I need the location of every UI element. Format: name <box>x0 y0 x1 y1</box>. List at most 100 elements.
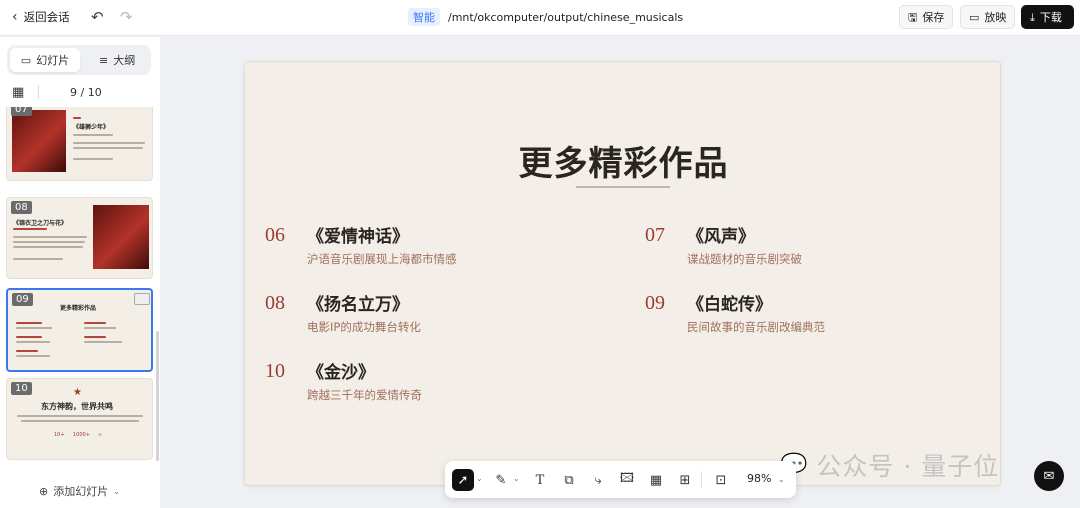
toolbar-divider <box>701 471 702 488</box>
work-number: 09 <box>645 292 665 314</box>
thumbnail-text <box>13 241 85 243</box>
work-description: 电影IP的成功舞台转化 <box>307 320 421 334</box>
thumbnail-text <box>13 228 47 230</box>
back-label: 返回会话 <box>23 10 70 24</box>
chevron-left-icon: ‹ <box>12 9 18 25</box>
editor-toolbar: ➚ ⌄ ✎ ⌄ T ⧉ ⤷ 🖾 ▦ ⊞ ⊡ 98% ⌄ <box>445 461 796 498</box>
save-icon: 🖫 <box>908 10 918 24</box>
thumbnail-stat: 10+ <box>54 432 65 438</box>
zoom-level[interactable]: 98% ⌄ <box>747 472 785 485</box>
connector-tool-icon[interactable]: ⤷ <box>587 469 609 491</box>
slides-sidebar: ▭ 幻灯片 ≡ 大纲 ▦ 9 / 10 07 《雄狮少年》 08 《锦衣卫之刀与… <box>0 37 160 508</box>
thumbnail-text <box>84 322 106 324</box>
top-bar: ‹ 返回会话 ↶ ↷ 智能 /mnt/okcomputer/output/chi… <box>0 0 1080 36</box>
back-to-chat-button[interactable]: ‹ 返回会话 <box>12 9 70 25</box>
thumbnail-title: 东方神韵，世界共鸣 <box>41 402 113 411</box>
watermark-text: 公众号 · 量子位 <box>816 452 1000 481</box>
shape-tool-icon[interactable]: ⧉ <box>558 469 580 491</box>
components-tool-icon[interactable]: ⊞ <box>674 469 696 491</box>
tab-outline[interactable]: ≡ 大纲 <box>91 48 143 72</box>
watermark: 💬 公众号 · 量子位 <box>780 447 999 483</box>
title-underline <box>576 186 670 188</box>
thumbnail-list: 07 《雄狮少年》 08 《锦衣卫之刀与花》 09 更多精彩作品 10 ★ 东方… <box>0 107 160 467</box>
thumbnail-text <box>84 341 122 343</box>
thumbnail-text <box>84 336 106 338</box>
present-icon: ▭ <box>969 10 980 24</box>
slide-thumbnail-08[interactable]: 08 《锦衣卫之刀与花》 <box>6 197 153 279</box>
image-tool-icon[interactable]: 🖾 <box>616 469 638 491</box>
thumbnail-text <box>21 420 139 422</box>
slide-thumbnail-10[interactable]: 10 ★ 东方神韵，世界共鸣 10+ 1000+ ∞ <box>6 378 153 460</box>
thumbnail-title: 更多精彩作品 <box>60 305 97 312</box>
text-tool-icon[interactable]: T <box>529 469 551 491</box>
star-icon: ★ <box>73 387 82 398</box>
thumbnail-text <box>73 147 143 149</box>
thumbnail-text <box>16 350 38 352</box>
work-description: 民间故事的音乐剧改编典范 <box>687 320 825 334</box>
slide-title: 更多精彩作品 <box>518 144 729 184</box>
zoom-value: 98% <box>747 472 772 485</box>
sidebar-tabs: ▭ 幻灯片 ≡ 大纲 <box>7 45 151 75</box>
chevron-down-icon[interactable]: ⌄ <box>513 474 520 483</box>
slide-thumbnail-09[interactable]: 09 更多精彩作品 <box>6 288 153 372</box>
slide-canvas[interactable]: 更多精彩作品 06 《爱情神话》 沪语音乐剧展现上海都市情感 07 《风声》 谍… <box>244 61 1001 486</box>
slides-icon: ▭ <box>20 53 32 67</box>
thumbnail-number: 07 <box>11 107 32 116</box>
redo-icon[interactable]: ↷ <box>120 8 133 26</box>
grid-view-icon[interactable]: ▦ <box>12 85 24 100</box>
download-button[interactable]: ⤓ 下载 <box>1021 5 1074 29</box>
work-title: 《爱情神话》 <box>307 227 409 247</box>
thumbnail-text <box>17 415 143 417</box>
thumbnail-text <box>84 327 116 329</box>
work-number: 07 <box>645 224 665 246</box>
thumbnail-text <box>16 341 50 343</box>
path-display: 智能 /mnt/okcomputer/output/chinese_musica… <box>408 8 683 26</box>
thumbnail-number: 08 <box>11 201 32 214</box>
work-title: 《白蛇传》 <box>687 295 772 315</box>
paint-tool-icon[interactable]: ✎ <box>490 469 512 491</box>
save-label: 保存 <box>922 11 945 24</box>
thumbnail-text <box>16 355 50 357</box>
present-button[interactable]: ▭ 放映 <box>960 5 1016 29</box>
tab-slides[interactable]: ▭ 幻灯片 <box>10 48 80 72</box>
present-icon[interactable] <box>134 293 150 305</box>
thumbnail-image <box>12 110 66 172</box>
work-title: 《扬名立万》 <box>307 295 409 315</box>
download-icon: ⤓ <box>1030 10 1035 24</box>
thumbnail-number: 10 <box>11 382 32 395</box>
table-tool-icon[interactable]: ▦ <box>645 469 667 491</box>
sidebar-scrollbar[interactable] <box>156 331 159 461</box>
work-number: 06 <box>265 224 285 246</box>
thumbnail-text <box>13 236 87 238</box>
thumbnail-decoration <box>73 117 81 119</box>
thumbnail-number: 09 <box>12 293 33 306</box>
thumbnail-text <box>13 246 83 248</box>
work-number: 10 <box>265 360 285 382</box>
thumbnail-text <box>73 142 145 144</box>
thumbnail-text <box>73 134 113 136</box>
chevron-down-icon: ⌄ <box>777 475 785 484</box>
thumbnail-text <box>16 322 42 324</box>
outline-icon: ≡ <box>99 53 109 67</box>
undo-icon[interactable]: ↶ <box>91 8 104 26</box>
save-button[interactable]: 🖫 保存 <box>899 5 954 29</box>
thumbnail-title: 《雄狮少年》 <box>73 124 110 131</box>
fit-screen-icon[interactable]: ⊡ <box>710 469 732 491</box>
chevron-down-icon[interactable]: ⌄ <box>476 474 483 483</box>
thumbnail-text <box>13 258 63 260</box>
chevron-down-icon: ⌄ <box>113 486 120 496</box>
slide-counter: 9 / 10 <box>70 86 102 99</box>
add-slide-button[interactable]: ⊕ 添加幻灯片 ⌄ <box>39 483 120 499</box>
message-icon[interactable]: ✉ <box>1034 461 1064 491</box>
mode-badge: 智能 <box>408 8 440 26</box>
add-slide-label: 添加幻灯片 <box>53 485 109 498</box>
thumbnail-image <box>93 205 149 269</box>
download-label: 下载 <box>1039 11 1062 24</box>
slide-thumbnail-07[interactable]: 07 《雄狮少年》 <box>6 107 153 181</box>
tab-slides-label: 幻灯片 <box>36 54 70 67</box>
present-label: 放映 <box>984 11 1007 24</box>
divider <box>38 85 39 99</box>
work-description: 沪语音乐剧展现上海都市情感 <box>307 252 457 266</box>
work-title: 《风声》 <box>687 227 755 247</box>
select-tool-icon[interactable]: ➚ <box>452 469 474 491</box>
